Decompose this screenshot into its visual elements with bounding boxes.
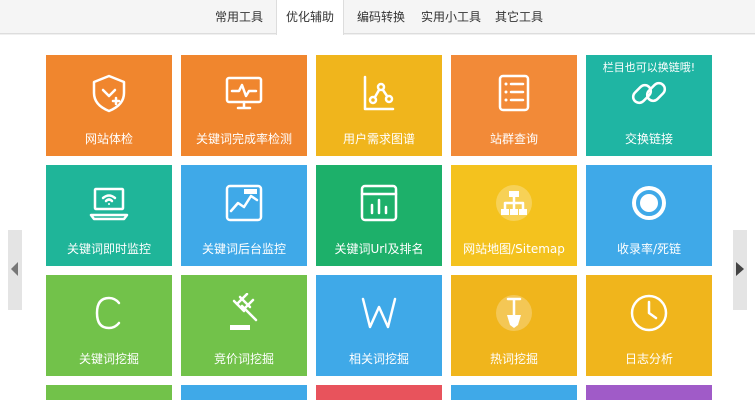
shield-heart-icon xyxy=(89,73,129,113)
next-page-button[interactable] xyxy=(733,230,747,310)
monitor-pulse-icon xyxy=(224,73,264,113)
tool-tile-label: 交换链接 xyxy=(624,132,673,146)
tool-tile-label: 网站体检 xyxy=(84,132,133,146)
tool-tile[interactable]: 日志分析 xyxy=(586,275,712,376)
tool-tile-label: 收录率/死链 xyxy=(616,242,682,256)
tool-tile[interactable]: 关键词后台监控 xyxy=(181,165,307,266)
chevron-right-icon xyxy=(736,262,744,276)
tab-encoding[interactable]: 编码转换 xyxy=(346,0,416,34)
tool-tile-label: 日志分析 xyxy=(624,352,673,366)
tool-tile[interactable]: 站群查询 xyxy=(451,55,577,156)
tool-tile[interactable]: 收录率/死链 xyxy=(586,165,712,266)
tool-tile-label: 竞价词挖掘 xyxy=(213,352,274,366)
tool-tile[interactable]: 关键词即时监控 xyxy=(46,165,172,266)
ring-icon xyxy=(629,183,669,223)
tool-tile-badge: 栏目也可以换链哦! xyxy=(602,61,696,74)
sitemap-icon xyxy=(494,183,534,223)
tool-tile-label: 网站地图/Sitemap xyxy=(463,242,565,256)
tool-tile-label: 热词挖掘 xyxy=(489,352,538,366)
clock-icon xyxy=(629,293,669,333)
tab-optimization[interactable]: 优化辅助 xyxy=(276,0,344,35)
laptop-wifi-icon xyxy=(89,183,129,223)
chain-link-icon xyxy=(629,73,669,113)
c-letter-icon xyxy=(89,293,129,333)
tool-tile[interactable]: 关键词完成率检测 xyxy=(181,55,307,156)
tool-tile[interactable]: 竞价词挖掘 xyxy=(181,275,307,376)
tool-grid: 网站体检 关键词完成率检测 用户需求图谱 站群查询 交换链接 栏目也可以换链哦! 关键词即时… xyxy=(0,35,755,400)
tool-tile[interactable]: 相关词挖掘 xyxy=(316,275,442,376)
tool-tile-label: 关键词Url及排名 xyxy=(334,242,424,256)
tool-tile[interactable]: 交换链接 栏目也可以换链哦! xyxy=(586,55,712,156)
list-icon xyxy=(494,73,534,113)
tool-tile[interactable]: 用户需求图谱 xyxy=(316,55,442,156)
tool-tile-partial[interactable] xyxy=(316,385,442,400)
prev-page-button[interactable] xyxy=(8,230,22,310)
tool-tile[interactable]: 关键词Url及排名 xyxy=(316,165,442,266)
tab-common-tools[interactable]: 常用工具 xyxy=(204,0,274,34)
tab-utilities[interactable]: 实用小工具 xyxy=(416,0,486,34)
tool-tile-label: 关键词完成率检测 xyxy=(195,132,292,146)
auction-hammer-icon xyxy=(224,292,264,333)
tool-tile-partial[interactable] xyxy=(586,385,712,400)
chevron-left-icon xyxy=(11,262,18,276)
share-graph-icon xyxy=(359,73,399,113)
tool-tile-label: 相关词挖掘 xyxy=(348,352,409,366)
tool-tile-label: 用户需求图谱 xyxy=(342,132,415,146)
tool-tile-partial[interactable] xyxy=(46,385,172,400)
bar-chart-icon xyxy=(359,183,399,223)
tool-tile-label: 关键词即时监控 xyxy=(66,242,151,256)
w-letter-icon xyxy=(359,293,399,333)
tool-tile-label: 站群查询 xyxy=(489,132,538,146)
tool-tile-partial[interactable] xyxy=(451,385,577,400)
tool-tile[interactable]: 网站体检 xyxy=(46,55,172,156)
tool-tile[interactable]: 网站地图/Sitemap xyxy=(451,165,577,266)
tool-tile-partial[interactable] xyxy=(181,385,307,400)
tab-bar: 常用工具 优化辅助 编码转换 实用小工具 其它工具 xyxy=(0,0,755,35)
tool-tile-label: 关键词后台监控 xyxy=(201,242,286,256)
tool-tile[interactable]: 关键词挖掘 xyxy=(46,275,172,376)
tab-other-tools[interactable]: 其它工具 xyxy=(488,0,550,34)
line-chart-icon xyxy=(224,183,264,223)
shovel-icon xyxy=(494,293,534,333)
tool-tile[interactable]: 热词挖掘 xyxy=(451,275,577,376)
tool-tile-label: 关键词挖掘 xyxy=(78,352,139,366)
